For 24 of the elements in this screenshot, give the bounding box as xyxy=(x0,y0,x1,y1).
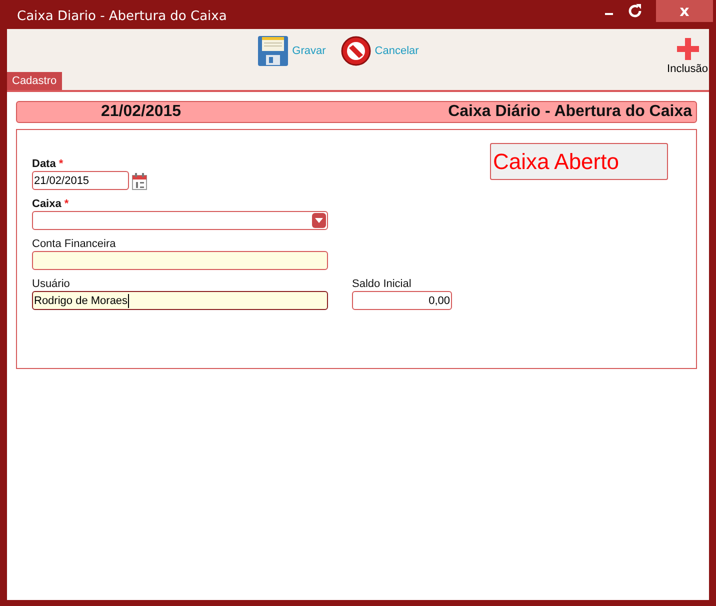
text-cursor xyxy=(128,294,129,308)
status-badge: Caixa Aberto xyxy=(490,143,668,180)
field-label: Saldo Inicial xyxy=(352,278,412,290)
input-field[interactable]: 0,00 xyxy=(352,291,452,310)
window-title: Caixa Diario - Abertura do Caixa xyxy=(16,8,227,24)
calendar-icon[interactable] xyxy=(132,173,147,190)
caret-icon xyxy=(312,213,326,228)
field-label: Usuário xyxy=(32,278,71,290)
field-label: Caixa xyxy=(32,198,62,210)
refresh-icon[interactable] xyxy=(627,3,643,19)
field-label: Data xyxy=(32,158,56,170)
required-mark: * xyxy=(64,198,69,210)
input-field[interactable]: 21/02/2015 xyxy=(32,171,129,190)
header-date: 21/02/2015 xyxy=(101,103,182,121)
field-label: Conta Financeira xyxy=(32,238,117,250)
tab[interactable]: Cadastro xyxy=(7,72,62,90)
close-button[interactable]: x xyxy=(656,0,713,22)
input-field[interactable]: Rodrigo de Moraes xyxy=(32,291,328,310)
prohibition-icon xyxy=(340,34,372,66)
required-mark: * xyxy=(58,158,64,170)
dropdown[interactable] xyxy=(32,211,328,230)
input-field[interactable] xyxy=(32,251,328,270)
plus-icon xyxy=(676,36,700,60)
header-title: Caixa Diário - Abertura do Caixa xyxy=(448,103,692,121)
